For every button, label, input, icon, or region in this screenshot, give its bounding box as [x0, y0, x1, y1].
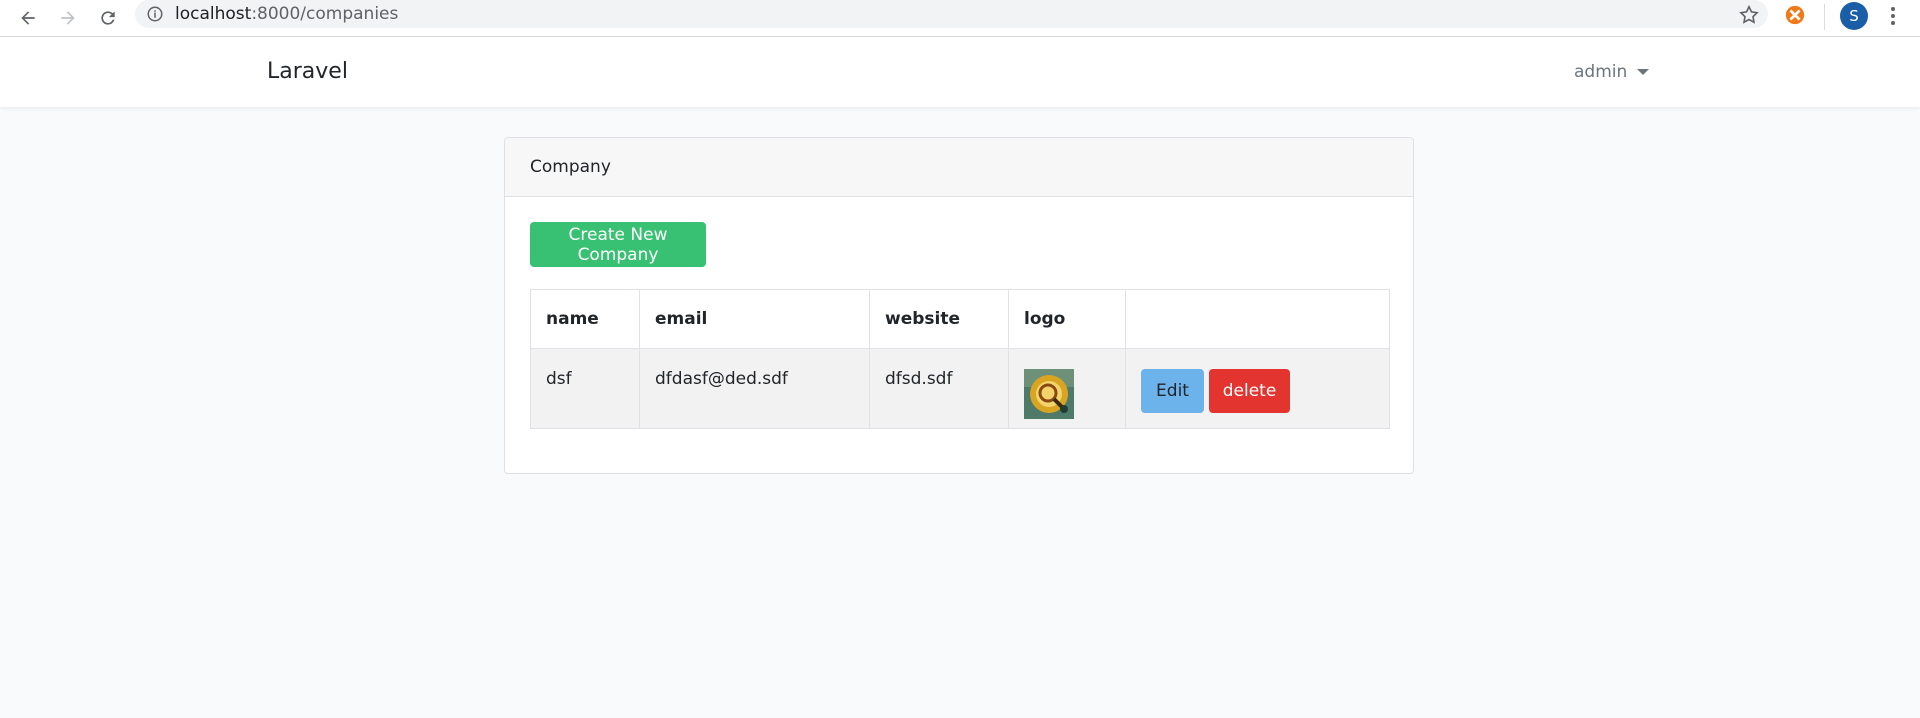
- cell-website: dfsd.sdf: [869, 348, 1009, 429]
- companies-table: name email website logo dsf dfdasf@ded.s…: [530, 289, 1390, 429]
- table-row: dsf dfdasf@ded.sdf dfsd.sdf Edit delete: [530, 348, 1390, 429]
- app-navbar: Laravel admin: [0, 37, 1920, 107]
- company-card: Company Create New Company name email we…: [504, 137, 1414, 474]
- extension-icon[interactable]: [1784, 4, 1806, 26]
- cell-actions: Edit delete: [1125, 348, 1390, 429]
- cell-logo: [1008, 348, 1126, 429]
- column-header-actions: [1125, 289, 1390, 349]
- url-path: :8000/companies: [251, 4, 399, 24]
- edit-button[interactable]: Edit: [1141, 369, 1204, 413]
- table-header-row: name email website logo: [530, 289, 1390, 349]
- browser-toolbar: localhost:8000/companies S: [0, 0, 1920, 37]
- arrow-right-icon: [61, 11, 75, 25]
- url-text: localhost:8000/companies: [175, 4, 398, 24]
- back-button[interactable]: [8, 0, 48, 36]
- company-logo-image: [1024, 369, 1074, 419]
- caret-down-icon: [1637, 69, 1650, 75]
- column-header-name: name: [530, 289, 640, 349]
- address-bar[interactable]: localhost:8000/companies: [135, 0, 1768, 28]
- arrow-left-icon: [21, 11, 35, 25]
- profile-avatar[interactable]: S: [1840, 2, 1868, 30]
- cell-email: dfdasf@ded.sdf: [639, 348, 870, 429]
- reload-icon: [101, 11, 115, 25]
- bookmark-star-icon[interactable]: [1738, 4, 1760, 26]
- delete-button[interactable]: delete: [1209, 369, 1290, 413]
- forward-button[interactable]: [48, 0, 88, 36]
- user-name: admin: [1574, 62, 1628, 82]
- create-company-button[interactable]: Create New Company: [530, 222, 706, 267]
- user-dropdown[interactable]: admin: [1574, 62, 1650, 82]
- url-host: localhost: [175, 4, 252, 24]
- more-menu-icon[interactable]: [1883, 4, 1903, 28]
- reload-button[interactable]: [88, 0, 128, 36]
- cell-name: dsf: [530, 348, 640, 429]
- info-icon[interactable]: [135, 5, 175, 23]
- brand-link[interactable]: Laravel: [267, 59, 348, 84]
- column-header-logo: logo: [1008, 289, 1126, 349]
- card-title: Company: [505, 138, 1413, 197]
- toolbar-divider: [1824, 4, 1825, 30]
- column-header-email: email: [639, 289, 870, 349]
- column-header-website: website: [869, 289, 1009, 349]
